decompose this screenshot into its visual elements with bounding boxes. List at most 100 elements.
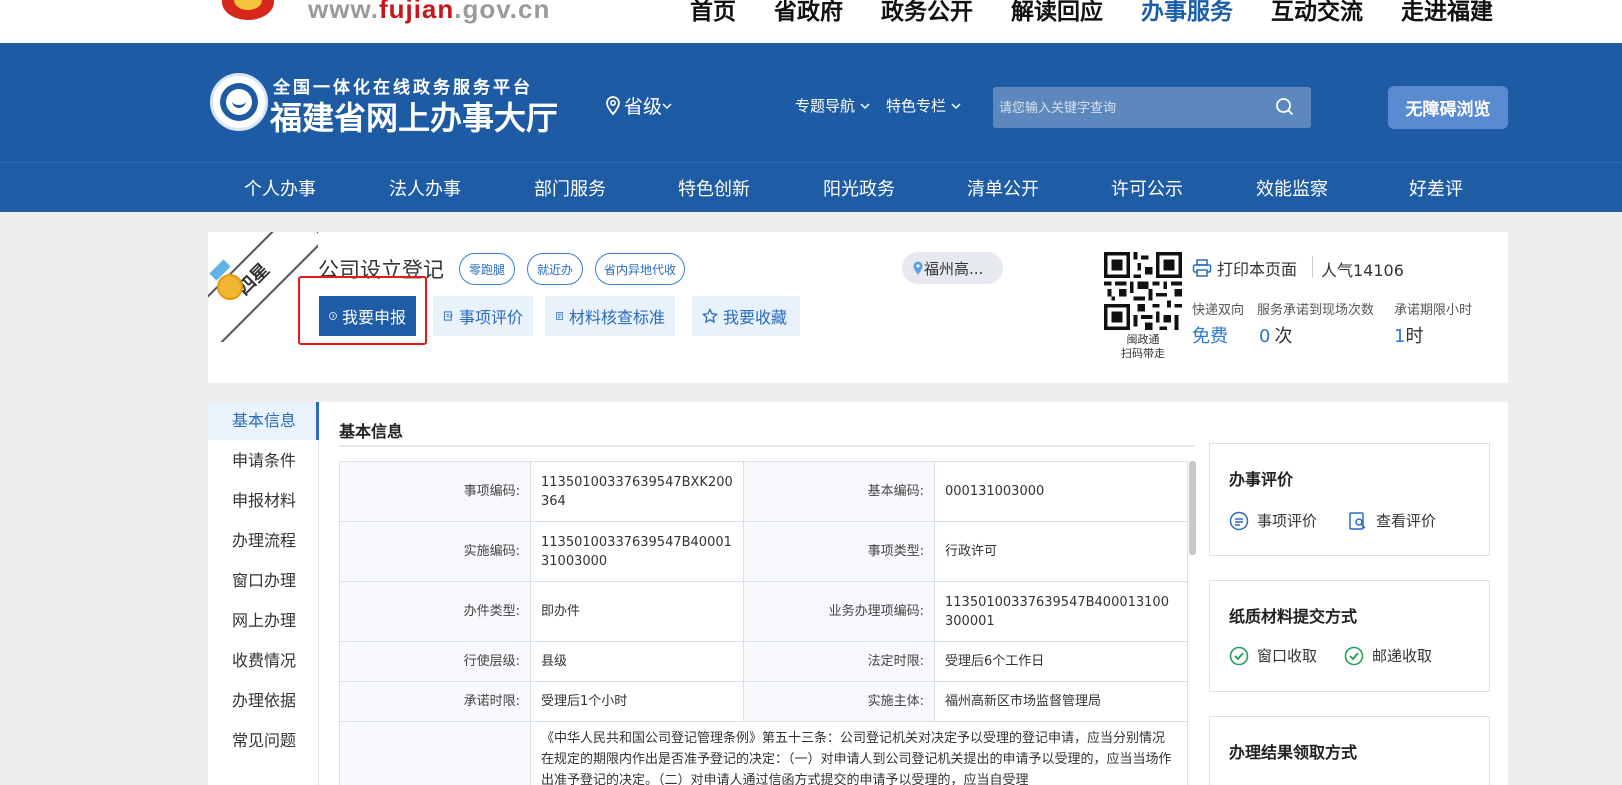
stat-label-hours: 承诺期限小时 [1394,303,1473,318]
table-value: 福州高新区市场监督管理局 [934,681,1188,722]
tag-remote-collection: 省内异地代收 [595,253,685,285]
table-row: 实施编码: 11350100337639547B4000131003000 事项… [339,521,1188,582]
popularity-count: 人气14106 [1321,261,1404,280]
stat-value-visits: 0次 [1259,326,1293,347]
portal-title[interactable]: 福建省网上办事大厅 [270,93,558,139]
mainnav-list-disclosure[interactable]: 清单公开 [967,175,1039,201]
portal-header: 全国一体化在线政务服务平台 福建省网上办事大厅 省级 专题导航 特色专栏 无障碍… [0,43,1622,162]
mainnav-departments[interactable]: 部门服务 [534,175,606,201]
location-pill[interactable]: 福州高... [902,252,1003,284]
check-circle-icon [1344,646,1364,665]
topic-navigation-menu[interactable]: 专题导航 [795,95,871,116]
mainnav-legal-entity[interactable]: 法人办事 [389,175,461,201]
evaluate-item-link[interactable]: 事项评价 [1229,510,1317,531]
table-label: 行使层级: [339,641,531,682]
view-evaluation-link[interactable]: 查看评价 [1348,510,1436,531]
sidebar-item-faq[interactable]: 常见问题 [208,722,319,760]
mainnav-efficiency[interactable]: 效能监察 [1256,175,1328,201]
sidebar-item-process[interactable]: 办理流程 [208,522,319,560]
comment-list-icon [1229,511,1249,530]
window-collection-label: 窗口收取 [1257,647,1318,665]
sidebar-item-legal-basis[interactable]: 办理依据 [208,682,319,720]
favorite-label: 我要收藏 [723,308,788,327]
print-page-link[interactable]: 打印本页面 [1192,256,1297,280]
sidebar-item-conditions[interactable]: 申请条件 [208,442,319,480]
check-circle-icon [1229,646,1249,665]
topnav-open-affairs[interactable]: 政务公开 [881,0,973,26]
chevron-down-icon [662,102,672,109]
table-value: 000131003000 [934,461,1188,522]
portal-logo-icon[interactable] [210,73,268,131]
section-title: 基本信息 [339,422,404,441]
favorite-button[interactable]: 我要收藏 [692,296,800,336]
table-value: 11350100337639547B400013100300001 [934,581,1188,642]
search-document-icon [1349,511,1366,530]
mainnav-evaluation[interactable]: 好差评 [1409,175,1463,201]
edit-document-icon [443,311,453,321]
sidebar-item-online[interactable]: 网上办理 [208,602,319,640]
national-emblem-icon [222,0,274,20]
table-value: 受理后6个工作日 [934,641,1188,682]
qr-caption: 闽政通 扫码带走 [1101,333,1185,361]
qr-caption-action: 扫码带走 [1121,347,1165,360]
mainnav-sunshine-affairs[interactable]: 阳光政务 [823,175,895,201]
table-row: 事项编码: 11350100337639547BXK200364 基本编码: 0… [339,461,1188,522]
featured-column-menu[interactable]: 特色专栏 [886,95,962,116]
topnav-interaction[interactable]: 互动交流 [1271,0,1363,26]
search-icon[interactable] [1275,97,1295,117]
divider [1312,256,1313,278]
table-value: 县级 [530,641,744,682]
search-input[interactable] [999,97,1259,119]
mainnav-license-notice[interactable]: 许可公示 [1111,175,1183,201]
location-label: 福州高... [924,259,984,278]
stat-label-delivery: 快递双向 [1192,303,1245,318]
evaluation-panel: 办事评价 事项评价 查看评价 [1209,443,1490,556]
material-check-button[interactable]: 材料核查标准 [545,296,675,336]
site-url[interactable]: www.fujian.gov.cn [308,0,550,25]
document-icon [556,311,563,321]
table-label: 事项类型: [743,521,935,582]
sidebar-item-window[interactable]: 窗口办理 [208,562,319,600]
topnav-government[interactable]: 省政府 [774,0,843,26]
main-navigation: 个人办事 法人办事 部门服务 特色创新 阳光政务 清单公开 许可公示 效能监察 … [0,162,1622,212]
region-label: 省级 [624,96,663,118]
table-value: 11350100337639547BXK200364 [530,461,744,522]
chevron-down-icon [860,102,870,109]
rate-item-button[interactable]: 事项评价 [433,296,533,336]
table-scrollbar[interactable] [1189,461,1196,555]
location-pin-icon [913,261,923,275]
table-label [339,721,531,785]
sidebar-item-fees[interactable]: 收费情况 [208,642,319,680]
accessibility-button[interactable]: 无障碍浏览 [1388,86,1508,129]
evaluate-item-label: 事项评价 [1257,512,1318,530]
table-value: 行政许可 [934,521,1188,582]
region-selector[interactable]: 省级 [605,92,675,119]
topic-navigation-label: 专题导航 [795,97,856,115]
qr-code-icon[interactable] [1104,252,1182,330]
view-evaluation-label: 查看评价 [1376,512,1437,530]
chevron-down-icon [951,102,961,109]
mainnav-innovation[interactable]: 特色创新 [678,175,750,201]
table-value: 11350100337639547B4000131003000 [530,521,744,582]
result-collection-title: 办理结果领取方式 [1229,743,1358,762]
topnav-home[interactable]: 首页 [690,0,736,26]
table-label: 业务办理项编码: [743,581,935,642]
location-pin-icon [606,95,620,115]
featured-column-label: 特色专栏 [886,97,947,115]
table-row: 承诺时限: 受理后1个小时 实施主体: 福州高新区市场监督管理局 [339,681,1188,722]
mainnav-personal[interactable]: 个人办事 [244,175,316,201]
apply-highlight-frame [298,276,427,345]
topnav-about-fujian[interactable]: 走进福建 [1401,0,1493,26]
stat-label-visits: 服务承诺到现场次数 [1257,303,1375,318]
table-row: 《中华人民共和国公司登记管理条例》第五十三条：公司登记机关对决定予以受理的登记申… [339,721,1188,785]
topnav-interpretation[interactable]: 解读回应 [1011,0,1103,26]
search-box [993,87,1311,128]
detail-sidebar: 基本信息 申请条件 申报材料 办理流程 窗口办理 网上办理 收费情况 办理依据 … [208,402,319,785]
stat-value-hours: 1时 [1394,326,1424,347]
legal-basis-text: 《中华人民共和国公司登记管理条例》第五十三条：公司登记机关对决定予以受理的登记申… [530,721,1188,785]
topnav-services[interactable]: 办事服务 [1141,0,1233,26]
sidebar-item-materials[interactable]: 申报材料 [208,482,319,520]
sidebar-item-basic-info[interactable]: 基本信息 [208,402,319,440]
table-label: 办件类型: [339,581,531,642]
service-card: 四星 公司设立登记 零跑腿 就近办 省内异地代收 我要申报 事项评价 材料核查标… [208,232,1508,383]
